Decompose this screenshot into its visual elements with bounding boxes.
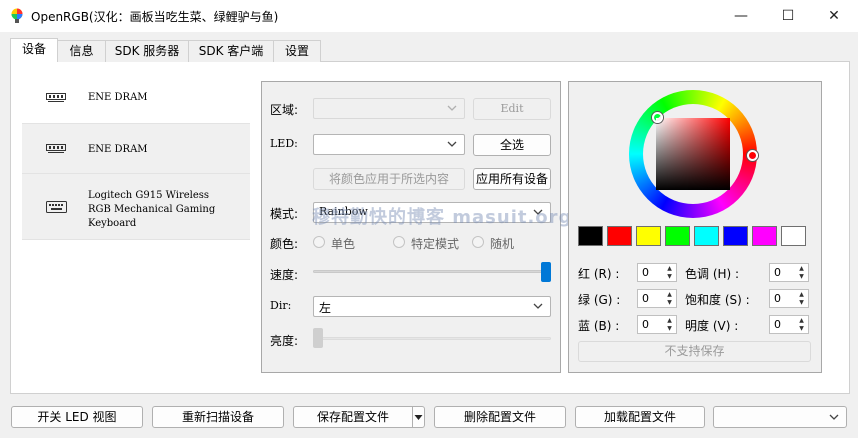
spin-arrows-icon[interactable]: ▲ ▼ — [664, 291, 675, 307]
openrgb-logo-icon — [11, 8, 23, 23]
radio-mode-specific[interactable] — [393, 236, 405, 248]
keyboard-icon — [46, 201, 67, 213]
device-controls-panel — [261, 81, 561, 373]
red-spinbox[interactable]: 0 ▲ ▼ — [637, 263, 677, 282]
save-profile-button[interactable]: 保存配置文件 — [293, 406, 413, 428]
chevron-down-icon — [447, 105, 457, 111]
color-mode-label: 颜色: — [270, 237, 299, 251]
window-title: OpenRGB(汉化：画板当吃生菜、绿鲤驴与鱼) — [31, 10, 279, 24]
edit-zone-button[interactable]: Edit — [473, 98, 551, 120]
zone-label: 区域: — [270, 103, 299, 117]
radio-single-color-label: 单色 — [331, 237, 356, 251]
led-label: LED: — [270, 137, 298, 150]
device-item-ene-dram-1[interactable]: ENE DRAM — [22, 72, 250, 124]
spin-arrows-icon[interactable]: ▲ ▼ — [796, 291, 807, 307]
close-icon: ✕ — [828, 8, 840, 24]
swatch-white[interactable] — [781, 226, 806, 246]
blue-spinbox[interactable]: 0 ▲ ▼ — [637, 315, 677, 334]
caret-down-icon — [414, 415, 423, 420]
speed-label: 速度: — [270, 268, 299, 282]
direction-label: Dir: — [270, 299, 292, 312]
device-label: ENE DRAM — [88, 92, 148, 103]
brightness-slider-thumb[interactable] — [313, 328, 323, 348]
spin-arrows-icon[interactable]: ▲ ▼ — [796, 265, 807, 281]
red-label: 红 (R) : — [578, 267, 620, 281]
minimize-icon: — — [734, 8, 748, 24]
led-select[interactable] — [313, 134, 465, 155]
chevron-down-icon — [533, 303, 543, 309]
ram-icon — [46, 93, 66, 102]
swatch-yellow[interactable] — [636, 226, 661, 246]
device-label: ENE DRAM — [88, 144, 148, 155]
close-button[interactable]: ✕ — [811, 0, 857, 32]
brightness-label: 亮度: — [270, 334, 299, 348]
saturation-value-square[interactable] — [656, 118, 730, 190]
rescan-devices-button[interactable]: 重新扫描设备 — [152, 406, 284, 428]
mode-label: 模式: — [270, 207, 299, 221]
speed-slider-track[interactable] — [313, 270, 551, 273]
saturation-spinbox[interactable]: 0 ▲ ▼ — [769, 289, 809, 308]
swatch-black[interactable] — [578, 226, 603, 246]
chevron-down-icon — [447, 141, 457, 147]
speed-slider-thumb[interactable] — [541, 262, 551, 282]
hue-spinbox[interactable]: 0 ▲ ▼ — [769, 263, 809, 282]
device-item-ene-dram-2[interactable]: ENE DRAM — [22, 124, 250, 174]
load-profile-button[interactable]: 加载配置文件 — [575, 406, 705, 428]
value-label: 明度 (V) : — [685, 319, 739, 333]
device-list: ENE DRAM ENE DRAM Logitech G915 Wireless… — [22, 72, 250, 240]
device-label: RGB Mechanical Gaming — [88, 204, 216, 215]
device-item-logitech-g915[interactable]: Logitech G915 Wireless RGB Mechanical Ga… — [22, 174, 250, 240]
swatch-green[interactable] — [665, 226, 690, 246]
apply-to-selected-button[interactable]: 将颜色应用于所选内容 — [313, 168, 465, 190]
swatch-blue[interactable] — [723, 226, 748, 246]
swatch-red[interactable] — [607, 226, 632, 246]
select-all-button[interactable]: 全选 — [473, 134, 551, 156]
swatch-magenta[interactable] — [752, 226, 777, 246]
value-spinbox[interactable]: 0 ▲ ▼ — [769, 315, 809, 334]
save-profile-menu-button[interactable] — [412, 406, 425, 428]
spin-arrows-icon[interactable]: ▲ ▼ — [796, 317, 807, 333]
green-spinbox[interactable]: 0 ▲ ▼ — [637, 289, 677, 308]
device-label: Keyboard — [88, 218, 137, 229]
tab-sdk-server[interactable]: SDK 服务器 — [105, 40, 189, 62]
saturation-label: 饱和度 (S) : — [685, 293, 750, 307]
hue-marker[interactable] — [747, 150, 758, 161]
apply-all-devices-button[interactable]: 应用所有设备 — [473, 168, 551, 190]
mode-select[interactable]: Rainbow — [313, 202, 551, 223]
device-label: Logitech G915 Wireless — [88, 190, 210, 201]
blue-label: 蓝 (B) : — [578, 319, 620, 333]
minimize-button[interactable]: — — [718, 0, 764, 32]
swatch-cyan[interactable] — [694, 226, 719, 246]
spin-arrows-icon[interactable]: ▲ ▼ — [664, 265, 675, 281]
ram-icon — [46, 144, 66, 153]
tab-sdk-client[interactable]: SDK 客户端 — [188, 40, 274, 62]
delete-profile-button[interactable]: 删除配置文件 — [434, 406, 566, 428]
radio-single-color[interactable] — [313, 236, 325, 248]
green-label: 绿 (G) : — [578, 293, 621, 307]
maximize-button[interactable]: ☐ — [765, 0, 811, 32]
profile-select[interactable] — [713, 406, 847, 428]
spin-arrows-icon[interactable]: ▲ ▼ — [664, 317, 675, 333]
chevron-down-icon — [829, 414, 839, 420]
radio-mode-specific-label: 特定模式 — [411, 237, 460, 251]
sv-marker[interactable] — [652, 112, 663, 123]
toggle-led-view-button[interactable]: 开关 LED 视图 — [11, 406, 143, 428]
save-color-button[interactable]: 不支持保存 — [578, 341, 811, 362]
tab-devices[interactable]: 设备 — [10, 38, 58, 62]
radio-random[interactable] — [472, 236, 484, 248]
direction-select[interactable]: 左 — [313, 296, 551, 317]
radio-random-label: 随机 — [490, 237, 515, 251]
maximize-icon: ☐ — [781, 8, 795, 24]
chevron-down-icon — [533, 209, 543, 215]
zone-select[interactable] — [313, 98, 465, 119]
tab-settings[interactable]: 设置 — [273, 40, 321, 62]
tab-info[interactable]: 信息 — [57, 40, 106, 62]
hue-label: 色调 (H) : — [685, 267, 740, 281]
brightness-slider-track[interactable] — [313, 337, 551, 340]
